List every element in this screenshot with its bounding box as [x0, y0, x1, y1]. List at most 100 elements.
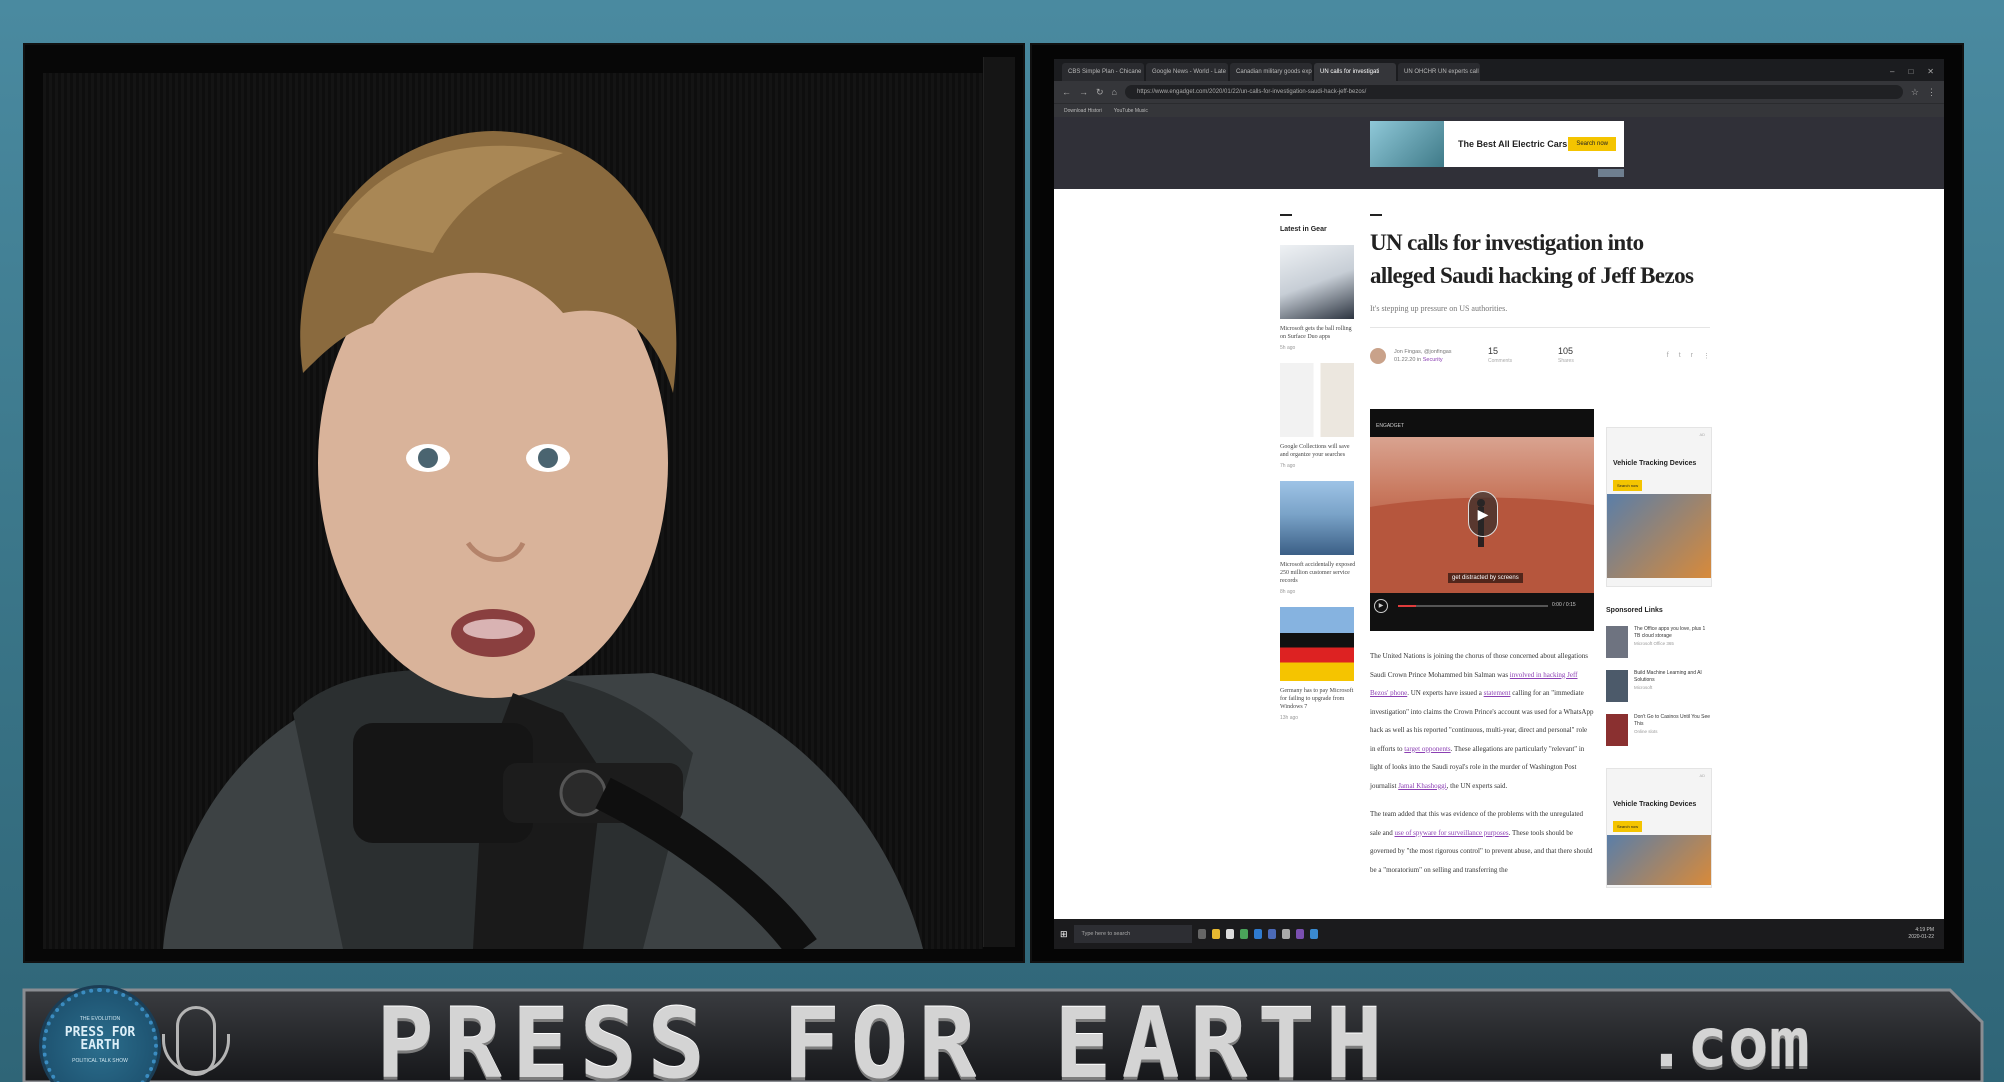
article-date: 01.22.20 in: [1394, 356, 1423, 363]
more-share-icon[interactable]: ⋮: [1703, 352, 1710, 360]
video-progress-bar[interactable]: [1398, 605, 1548, 607]
comments-stat[interactable]: 15 Comments: [1488, 346, 1550, 366]
sponsored-link[interactable]: The Office apps you love, plus 1 TB clou…: [1606, 626, 1712, 658]
sponsored-text: The Office apps you love, plus 1 TB clou…: [1634, 626, 1712, 658]
sponsored-title[interactable]: Build Machine Learning and AI Solutions: [1634, 670, 1702, 683]
bookmarks-bar: Download Histori YouTube Music: [1054, 103, 1944, 117]
app-icon[interactable]: [1295, 929, 1304, 939]
right-sidebar: AD Vehicle Tracking Devices Search now S…: [1606, 427, 1712, 888]
browser-tab[interactable]: CBS Simple Plan - Chicane: [1062, 63, 1144, 81]
shares-label: Shares: [1558, 357, 1574, 364]
sidebar-story[interactable]: Google Collections will save and organiz…: [1280, 363, 1358, 469]
sidebar-ad[interactable]: AD Vehicle Tracking Devices Search now: [1606, 427, 1712, 587]
text-run: , the UN experts said.: [1446, 781, 1508, 790]
app-icon[interactable]: [1309, 929, 1318, 939]
sponsored-thumbnail: [1606, 714, 1628, 746]
sidebar-ad-button[interactable]: Search now: [1613, 480, 1643, 491]
story-thumbnail[interactable]: [1280, 481, 1354, 555]
browser-tab[interactable]: UN OHCHR UN experts call fo: [1398, 63, 1480, 81]
article-section-link[interactable]: Security: [1423, 357, 1443, 363]
sponsored-link[interactable]: Build Machine Learning and AI Solutions M…: [1606, 670, 1712, 702]
play-icon[interactable]: ▶: [1468, 491, 1498, 537]
file-explorer-icon[interactable]: [1211, 929, 1220, 939]
story-time: 7h ago: [1280, 463, 1296, 469]
story-thumbnail[interactable]: [1280, 607, 1354, 681]
system-clock[interactable]: 4:19 PM 2020-01-22: [1908, 927, 1944, 941]
sponsored-title[interactable]: The Office apps you love, plus 1 TB clou…: [1634, 626, 1705, 639]
top-ad-title: The Best All Electric Cars: [1458, 139, 1568, 149]
app-icon[interactable]: [1281, 929, 1290, 939]
extensions-icon[interactable]: ⋮: [1927, 87, 1936, 98]
video-frame[interactable]: ▶ get distracted by screens: [1370, 437, 1594, 593]
inline-link[interactable]: statement: [1484, 689, 1511, 697]
top-ad-band: The Best All Electric Cars Search now: [1054, 117, 1944, 189]
stream-frame: CBS Simple Plan - Chicane Google News - …: [0, 0, 2004, 1082]
story-thumbnail[interactable]: [1280, 245, 1354, 319]
paragraph: The team added that this was evidence of…: [1370, 805, 1594, 879]
sidebar-story[interactable]: Germany has to pay Microsoft for failing…: [1280, 607, 1358, 721]
story-title[interactable]: Google Collections will save and organiz…: [1280, 443, 1358, 459]
twitter-icon[interactable]: t: [1679, 352, 1681, 360]
top-ad-button[interactable]: Search now: [1568, 137, 1616, 151]
article-meta: 01.22.20 in Security: [1394, 356, 1480, 364]
close-icon[interactable]: ✕: [1927, 63, 1934, 81]
story-title[interactable]: Germany has to pay Microsoft for failing…: [1280, 687, 1358, 711]
tab-bar: CBS Simple Plan - Chicane Google News - …: [1054, 59, 1944, 81]
inline-link[interactable]: target opponents: [1404, 745, 1450, 753]
maximize-icon[interactable]: □: [1908, 63, 1913, 81]
inline-link[interactable]: Jamal Khashoggi: [1398, 782, 1446, 790]
browser-tab[interactable]: Google News - World - Late: [1146, 63, 1228, 81]
ad-choices-icon[interactable]: [1598, 169, 1624, 177]
facebook-icon[interactable]: f: [1667, 352, 1669, 360]
story-time: 8h ago: [1280, 589, 1296, 595]
windows-taskbar: ⊞ Type here to search 4:19 PM 2020-01-22: [1054, 919, 1944, 949]
video-label: ENGADGET: [1370, 409, 1594, 437]
sponsored-link[interactable]: Don't Go to Casinos Until You See This On…: [1606, 714, 1712, 746]
webcam-edge-strip: [983, 57, 1015, 947]
sponsored-title[interactable]: Don't Go to Casinos Until You See This: [1634, 714, 1710, 727]
story-thumbnail[interactable]: [1280, 363, 1354, 437]
latest-sidebar: Latest in Gear Microsoft gets the ball r…: [1280, 189, 1358, 721]
sidebar-story[interactable]: Microsoft accidentally exposed 250 milli…: [1280, 481, 1358, 595]
windows-start-icon[interactable]: ⊞: [1060, 929, 1068, 940]
banner-domain-suffix: .com: [1646, 1004, 1810, 1082]
bookmark-star-icon[interactable]: ☆: [1911, 87, 1919, 98]
browser-tab[interactable]: Canadian military goods exp: [1230, 63, 1312, 81]
sidebar-story[interactable]: Microsoft gets the ball rolling on Surfa…: [1280, 245, 1358, 351]
reddit-icon[interactable]: r: [1691, 352, 1693, 360]
video-progress-fill: [1398, 605, 1416, 607]
author-avatar[interactable]: [1370, 347, 1386, 364]
browser-tab-active[interactable]: UN calls for investigati: [1314, 63, 1396, 81]
minimize-icon[interactable]: –: [1890, 63, 1894, 81]
store-icon[interactable]: [1225, 929, 1234, 939]
reload-icon[interactable]: ↻: [1096, 87, 1104, 98]
author-info: Jon Fingas, @jonfingas 01.22.20 in Secur…: [1394, 348, 1480, 364]
page-content: Latest in Gear Microsoft gets the ball r…: [1054, 189, 1944, 919]
forward-icon[interactable]: →: [1079, 87, 1088, 97]
author-name[interactable]: Jon Fingas, @jonfingas: [1394, 348, 1480, 356]
lower-third-banner: THE EVOLUTION PRESS FOR EARTH POLITICAL …: [0, 982, 2004, 1082]
inline-link[interactable]: use of spyware for surveillance purposes: [1395, 829, 1509, 837]
task-view-icon[interactable]: [1197, 929, 1206, 939]
video-play-button[interactable]: ▶: [1374, 599, 1388, 613]
bookmark-item[interactable]: Download Histori: [1064, 108, 1102, 114]
edge-icon[interactable]: [1253, 929, 1262, 939]
screen-capture-panel: CBS Simple Plan - Chicane Google News - …: [1030, 43, 1964, 963]
home-icon[interactable]: ⌂: [1112, 87, 1117, 97]
shares-stat: 105 Shares: [1558, 346, 1620, 366]
video-player[interactable]: ENGADGET ▶ get distracted by screens ▶ 0…: [1370, 409, 1594, 631]
story-title[interactable]: Microsoft gets the ball rolling on Surfa…: [1280, 325, 1358, 341]
sidebar-ad-button[interactable]: Search now: [1613, 821, 1643, 832]
back-icon[interactable]: ←: [1062, 87, 1071, 97]
comments-label: Comments: [1488, 357, 1513, 364]
bookmark-item[interactable]: YouTube Music: [1114, 108, 1148, 114]
taskbar-search[interactable]: Type here to search: [1073, 925, 1192, 943]
article-subtitle: It's stepping up pressure on US authorit…: [1370, 304, 1508, 313]
sidebar-ad[interactable]: AD Vehicle Tracking Devices Search now: [1606, 768, 1712, 888]
top-ad[interactable]: The Best All Electric Cars Search now: [1370, 121, 1624, 167]
address-bar[interactable]: https://www.engadget.com/2020/01/22/un-c…: [1124, 85, 1903, 99]
sponsored-source: Online slots: [1634, 729, 1658, 734]
chrome-icon[interactable]: [1239, 929, 1248, 939]
story-title[interactable]: Microsoft accidentally exposed 250 milli…: [1280, 561, 1358, 585]
app-icon[interactable]: [1267, 929, 1276, 939]
